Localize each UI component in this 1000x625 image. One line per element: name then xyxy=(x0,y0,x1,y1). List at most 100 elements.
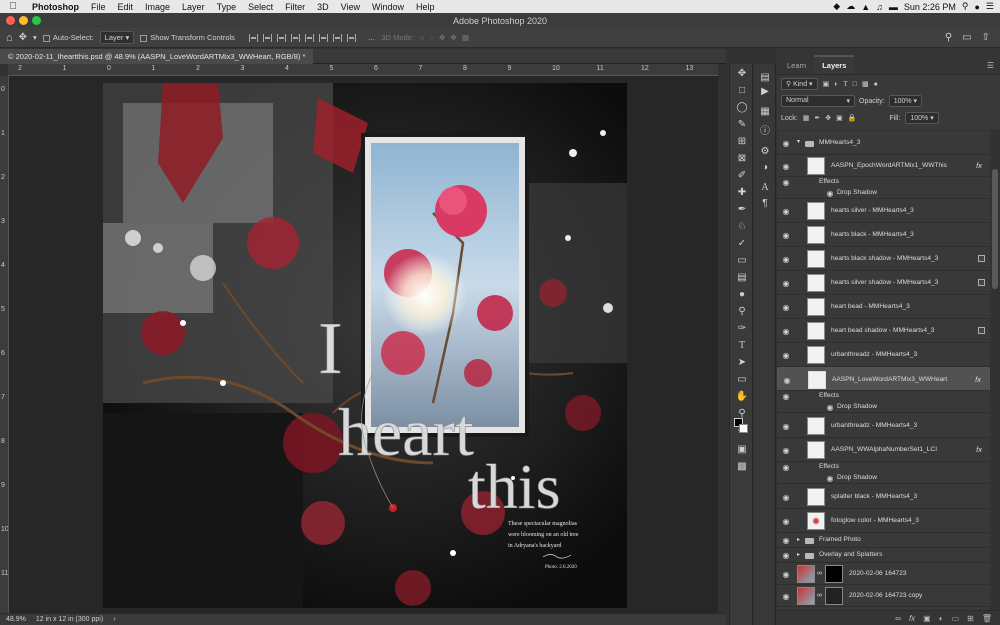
align-left-icon[interactable] xyxy=(248,33,258,42)
visibility-eye-icon[interactable]: ◉ xyxy=(781,463,791,472)
filter-toggle-icon[interactable]: ● xyxy=(874,81,878,88)
visibility-eye-icon[interactable]: ◉ xyxy=(781,446,791,455)
zoom-window-button[interactable] xyxy=(32,16,41,25)
zoom-level[interactable]: 48.9% xyxy=(6,616,26,623)
effects-row[interactable]: ◉ Effects xyxy=(777,462,990,473)
properties-panel-icon[interactable]: ⚙ xyxy=(758,144,772,158)
slide-3d-icon[interactable]: ❖ xyxy=(450,33,457,42)
pen-tool-icon[interactable]: ✑ xyxy=(735,321,749,335)
move-tool-preset-icon[interactable]: ✥ xyxy=(19,32,27,43)
lock-transparent-icon[interactable]: ▦ xyxy=(803,114,810,122)
layer-mask-thumbnail[interactable] xyxy=(825,565,843,583)
info-panel-icon[interactable]: ⓘ xyxy=(758,122,772,137)
quick-select-tool-icon[interactable]: ✎ xyxy=(735,117,749,131)
visibility-eye-icon[interactable]: ◉ xyxy=(781,592,791,601)
control-center-icon[interactable]: ☰ xyxy=(986,1,994,12)
new-group-icon[interactable]: ▭ xyxy=(952,614,960,623)
menu-help[interactable]: Help xyxy=(410,2,441,12)
scrollbar-thumb[interactable] xyxy=(992,169,998,289)
align-middle-icon[interactable] xyxy=(304,33,314,42)
actions-panel-icon[interactable]: ▶ xyxy=(758,84,772,98)
fx-badge[interactable]: fx xyxy=(976,161,982,170)
visibility-eye-icon[interactable]: ◉ xyxy=(781,279,791,288)
filter-shape-icon[interactable]: □ xyxy=(853,81,857,88)
artwork-canvas[interactable]: I heart this These spectacular magnolias… xyxy=(103,83,627,608)
roll-3d-icon[interactable]: ◌ xyxy=(429,33,433,42)
lock-artboard-icon[interactable]: ▣ xyxy=(836,114,843,122)
layer-mask-thumbnail[interactable] xyxy=(825,587,843,605)
visibility-eye-icon[interactable]: ◉ xyxy=(782,376,792,385)
visibility-eye-icon[interactable]: ◉ xyxy=(825,189,835,198)
menu-select[interactable]: Select xyxy=(242,2,279,12)
more-options-icon[interactable]: … xyxy=(368,33,376,42)
quick-mask-icon[interactable]: ▣ xyxy=(735,442,749,456)
filter-kind-dropdown[interactable]: ⚲ Kind ▾ xyxy=(781,78,818,90)
menu-clock[interactable]: Sun 2:26 PM xyxy=(904,2,956,12)
visibility-eye-icon[interactable]: ◉ xyxy=(781,303,791,312)
rectangle-tool-icon[interactable]: ▭ xyxy=(735,372,749,386)
document-tab[interactable]: © 2020-02-11_Iheartthis.psd @ 48.9% (AAS… xyxy=(0,49,314,64)
visibility-eye-icon[interactable]: ◉ xyxy=(781,422,791,431)
add-layer-style-icon[interactable]: fx xyxy=(909,614,915,623)
history-brush-tool-icon[interactable]: ✓ xyxy=(735,236,749,250)
layer-row[interactable]: ◉ hearts black shadow - MMHearts4_3 xyxy=(777,247,990,271)
move-tool-icon[interactable]: ✥ xyxy=(735,66,749,80)
background-color-swatch[interactable] xyxy=(739,424,748,433)
menu-image[interactable]: Image xyxy=(139,2,176,12)
home-icon[interactable]: ⌂ xyxy=(6,32,13,44)
menu-file[interactable]: File xyxy=(85,2,112,12)
share-icon[interactable]: ⇧ xyxy=(982,32,990,43)
add-mask-icon[interactable]: ▣ xyxy=(923,614,931,623)
menu-3d[interactable]: 3D xyxy=(311,2,335,12)
filter-type-icon[interactable]: T xyxy=(843,80,847,88)
visibility-eye-icon[interactable]: ◉ xyxy=(781,139,791,148)
brush-tool-icon[interactable]: ✒ xyxy=(735,202,749,216)
layer-row[interactable]: ◉ hearts silver shadow - MMHearts4_3 xyxy=(777,271,990,295)
eyedropper-tool-icon[interactable]: ✐ xyxy=(735,168,749,182)
battery-icon[interactable]: ▬ xyxy=(889,2,898,12)
visibility-eye-icon[interactable]: ◉ xyxy=(781,570,791,579)
layer-row[interactable]: ◉ hearts silver - MMHearts4_3 xyxy=(777,199,990,223)
mask-link-icon[interactable]: ∞ xyxy=(817,570,822,577)
workspace-icon[interactable]: ▭ xyxy=(962,32,971,43)
clone-stamp-tool-icon[interactable]: ♘ xyxy=(735,219,749,233)
layer-row[interactable]: ◉ AASPN_WWAlphaNumberSet1_LCI fx xyxy=(777,438,990,462)
visibility-eye-icon[interactable]: ◉ xyxy=(781,255,791,264)
lock-all-icon[interactable]: 🔒 xyxy=(848,114,857,122)
menu-edit[interactable]: Edit xyxy=(112,2,140,12)
history-panel-icon[interactable]: ▤ xyxy=(758,70,772,84)
visibility-eye-icon[interactable]: ◉ xyxy=(781,162,791,171)
mask-link-icon[interactable]: ∞ xyxy=(817,592,822,599)
orbit-3d-icon[interactable]: ○ xyxy=(420,33,425,42)
filter-pixel-icon[interactable]: ▣ xyxy=(823,80,830,88)
artboard-tool-icon[interactable]: □ xyxy=(735,83,749,97)
opacity-field[interactable]: 100% ▾ xyxy=(888,95,923,107)
spotlight-icon[interactable]: ⚲ xyxy=(962,1,969,12)
type-tool-icon[interactable]: T xyxy=(735,338,749,352)
layer-row[interactable]: ◉ urbanthreadz - MMHearts4_3 xyxy=(777,343,990,367)
layer-row-selected[interactable]: ◉ AASPN_LoveWordARTMix3_WWHeart fx xyxy=(777,367,990,391)
status-chevron-icon[interactable]: › xyxy=(113,616,115,623)
menu-type[interactable]: Type xyxy=(211,2,243,12)
gradient-tool-icon[interactable]: ▤ xyxy=(735,270,749,284)
visibility-eye-icon[interactable]: ◉ xyxy=(825,403,835,412)
filter-smart-object-icon[interactable]: ▩ xyxy=(862,80,869,88)
dropbox-icon[interactable]: ◆ xyxy=(833,1,840,12)
search-icon[interactable]: ⚲ xyxy=(945,32,952,43)
volume-icon[interactable]: ♫ xyxy=(876,2,883,12)
frame-tool-icon[interactable]: ⊠ xyxy=(735,151,749,165)
effects-row[interactable]: ◉ Effects xyxy=(777,177,990,188)
tab-learn[interactable]: Learn xyxy=(779,57,814,74)
drop-shadow-row[interactable]: ◉ Drop Shadow xyxy=(777,402,990,413)
layer-row[interactable]: ◉ heart bead - MMHearts4_3 xyxy=(777,295,990,319)
visibility-eye-icon[interactable]: ◉ xyxy=(781,536,791,545)
layer-group-overlay[interactable]: ◉ ▸ Overlay and Splatters xyxy=(777,548,990,563)
layers-scrollbar[interactable] xyxy=(990,129,1000,610)
panel-menu-icon[interactable]: ☰ xyxy=(981,57,1000,74)
lasso-tool-icon[interactable]: ◯ xyxy=(735,100,749,114)
drop-shadow-row[interactable]: ◉ Drop Shadow xyxy=(777,473,990,484)
drop-shadow-row[interactable]: ◉ Drop Shadow xyxy=(777,188,990,199)
visibility-eye-icon[interactable]: ◉ xyxy=(781,551,791,560)
menu-view[interactable]: View xyxy=(335,2,366,12)
align-center-icon[interactable] xyxy=(262,33,272,42)
